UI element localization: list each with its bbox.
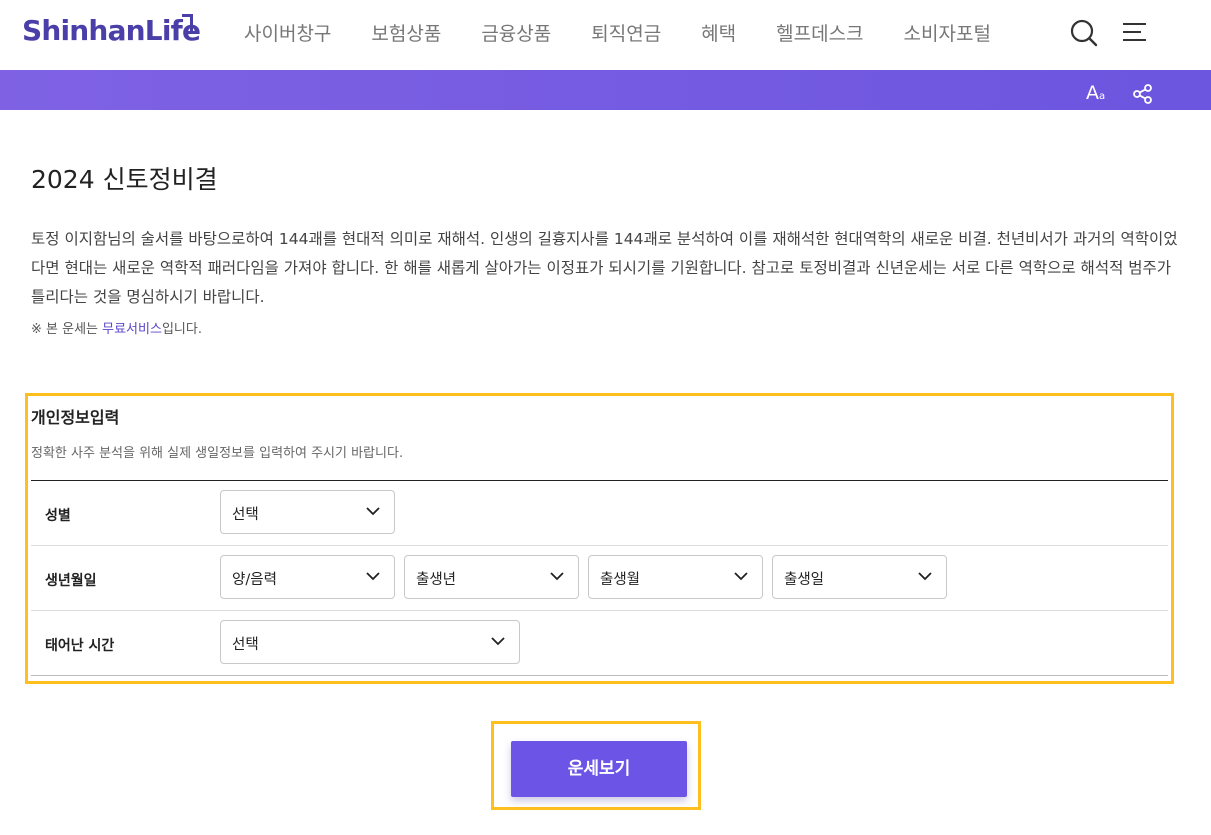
nav-item-pension[interactable]: 퇴직연금 — [591, 19, 661, 45]
site-header: ShinhanLife 사이버창구 보험상품 금융상품 퇴직연금 혜택 헬프데스… — [0, 0, 1211, 70]
note-prefix: ※ 본 운세는 — [31, 322, 103, 337]
chevron-down-icon — [918, 572, 932, 581]
search-icon[interactable] — [1070, 19, 1098, 51]
chevron-down-icon — [491, 637, 505, 646]
form-top-divider — [31, 480, 1168, 481]
page-description: 토정 이지함님의 술서를 바탕으로하여 144괘를 현대적 의미로 재해석. 인… — [31, 230, 1178, 306]
birthdate-label: 생년월일 — [45, 573, 97, 589]
birth-year-select[interactable]: 출생년 — [404, 555, 579, 599]
birth-year-value: 출생년 — [416, 572, 457, 588]
birth-month-select[interactable]: 출생월 — [588, 555, 763, 599]
chevron-down-icon — [734, 572, 748, 581]
nav-item-cyber-window[interactable]: 사이버창구 — [244, 19, 331, 45]
birth-time-label: 태어난 시간 — [45, 638, 115, 654]
sub-header-band — [0, 70, 1211, 110]
birth-time-select[interactable]: 선택 — [220, 620, 520, 664]
nav-item-insurance[interactable]: 보험상품 — [371, 19, 441, 45]
personal-info-highlight — [25, 393, 1174, 684]
font-size-button[interactable]: Aa — [1086, 82, 1105, 104]
logo-mark-icon — [182, 14, 193, 31]
gender-label: 성별 — [45, 508, 71, 524]
birth-month-value: 출생월 — [600, 572, 641, 588]
gender-select-value: 선택 — [232, 507, 259, 523]
hamburger-menu-icon[interactable] — [1123, 22, 1147, 46]
calendar-type-value: 양/음력 — [232, 572, 277, 588]
free-service-note: ※ 본 운세는 무료서비스입니다. — [31, 318, 202, 337]
form-title: 개인정보입력 — [31, 408, 120, 427]
main-nav: 사이버창구 보험상품 금융상품 퇴직연금 혜택 헬프데스크 소비자포털 — [244, 19, 1031, 45]
shinhanlife-logo[interactable]: ShinhanLife — [22, 14, 201, 47]
nav-item-benefits[interactable]: 혜택 — [701, 19, 736, 45]
nav-item-consumer-portal[interactable]: 소비자포털 — [904, 19, 991, 45]
font-size-large-glyph: A — [1086, 82, 1099, 104]
nav-item-finance[interactable]: 금융상품 — [481, 19, 551, 45]
birth-time-value: 선택 — [232, 637, 259, 653]
page-title: 2024 신토정비결 — [31, 165, 218, 194]
note-suffix: 입니다. — [161, 322, 202, 337]
font-size-small-glyph: a — [1099, 91, 1106, 102]
chevron-down-icon — [366, 507, 380, 516]
chevron-down-icon — [366, 572, 380, 581]
share-icon[interactable] — [1133, 84, 1153, 108]
row-divider — [31, 545, 1168, 546]
form-bottom-divider — [31, 675, 1168, 676]
gender-select[interactable]: 선택 — [220, 490, 395, 534]
form-subtitle: 정확한 사주 분석을 위해 실제 생일정보를 입력하여 주시기 바랍니다. — [31, 446, 404, 461]
calendar-type-select[interactable]: 양/음력 — [220, 555, 395, 599]
view-fortune-button[interactable]: 운세보기 — [511, 741, 687, 797]
birth-day-select[interactable]: 출생일 — [772, 555, 947, 599]
nav-item-helpdesk[interactable]: 헬프데스크 — [776, 19, 863, 45]
row-divider — [31, 610, 1168, 611]
free-service-link[interactable]: 무료서비스 — [102, 322, 162, 337]
birth-day-value: 출생일 — [784, 572, 825, 588]
chevron-down-icon — [550, 572, 564, 581]
